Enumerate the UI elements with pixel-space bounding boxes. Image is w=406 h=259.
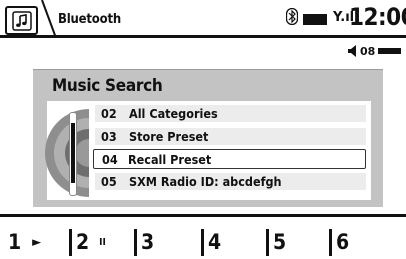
preset-label: 3 [141, 230, 155, 254]
preset-2-button[interactable]: 2 II [69, 227, 106, 257]
item-number: 02 [101, 106, 117, 121]
item-label: All Categories [129, 106, 218, 121]
preset-label: 4 [208, 230, 222, 254]
music-search-panel: Music Search 02 All Categories 03 Store … [33, 69, 383, 207]
item-label: Store Preset [129, 129, 209, 144]
preset-label: 5 [273, 230, 287, 254]
music-note-icon[interactable] [5, 6, 38, 35]
item-number: 04 [102, 151, 118, 167]
clock: 12:00 [349, 3, 406, 31]
disc-artwork-icon [45, 109, 89, 197]
preset-label: 2 [76, 230, 90, 254]
list-item-selected[interactable]: 04 Recall Preset [93, 149, 366, 169]
item-number: 05 [101, 174, 117, 189]
preset-5-button[interactable]: 5 [266, 227, 286, 257]
panel-title: Music Search [52, 76, 163, 96]
preset-6-button[interactable]: 6 [329, 227, 349, 257]
menu-list: 02 All Categories 03 Store Preset 04 Rec… [45, 101, 371, 200]
preset-divider [266, 228, 269, 256]
preset-divider [69, 228, 72, 256]
preset-3-button[interactable]: 3 [134, 227, 154, 257]
preset-1-button[interactable]: 1 ► [8, 227, 41, 257]
preset-divider [201, 228, 204, 256]
pause-icon: II [99, 236, 106, 248]
play-icon: ► [32, 234, 42, 250]
bluetooth-icon [285, 7, 299, 29]
preset-bar: 1 ► 2 II 3 4 5 6 [0, 214, 406, 259]
volume-value: 08 [360, 44, 376, 58]
speaker-icon [348, 45, 356, 57]
preset-label: 1 [8, 230, 22, 254]
list-item[interactable]: 05 SXM Radio ID: abcdefgh [95, 173, 366, 190]
item-label: Recall Preset [128, 151, 212, 167]
preset-divider [134, 228, 137, 256]
battery-icon [303, 14, 327, 25]
item-label: SXM Radio ID: abcdefgh [129, 174, 282, 189]
item-number: 03 [101, 129, 117, 144]
source-tab-label[interactable]: Bluetooth [58, 12, 121, 27]
volume-indicator: 08 [348, 44, 402, 58]
scrollbar[interactable] [69, 112, 77, 196]
preset-divider [329, 228, 332, 256]
preset-4-button[interactable]: 4 [201, 227, 221, 257]
list-item[interactable]: 03 Store Preset [95, 128, 366, 145]
list-item[interactable]: 02 All Categories [95, 105, 366, 122]
top-bar: Bluetooth Y.ıl 12:00 [0, 0, 406, 38]
scrollbar-thumb[interactable] [71, 123, 75, 183]
preset-label: 6 [336, 230, 350, 254]
volume-bar [378, 48, 402, 54]
